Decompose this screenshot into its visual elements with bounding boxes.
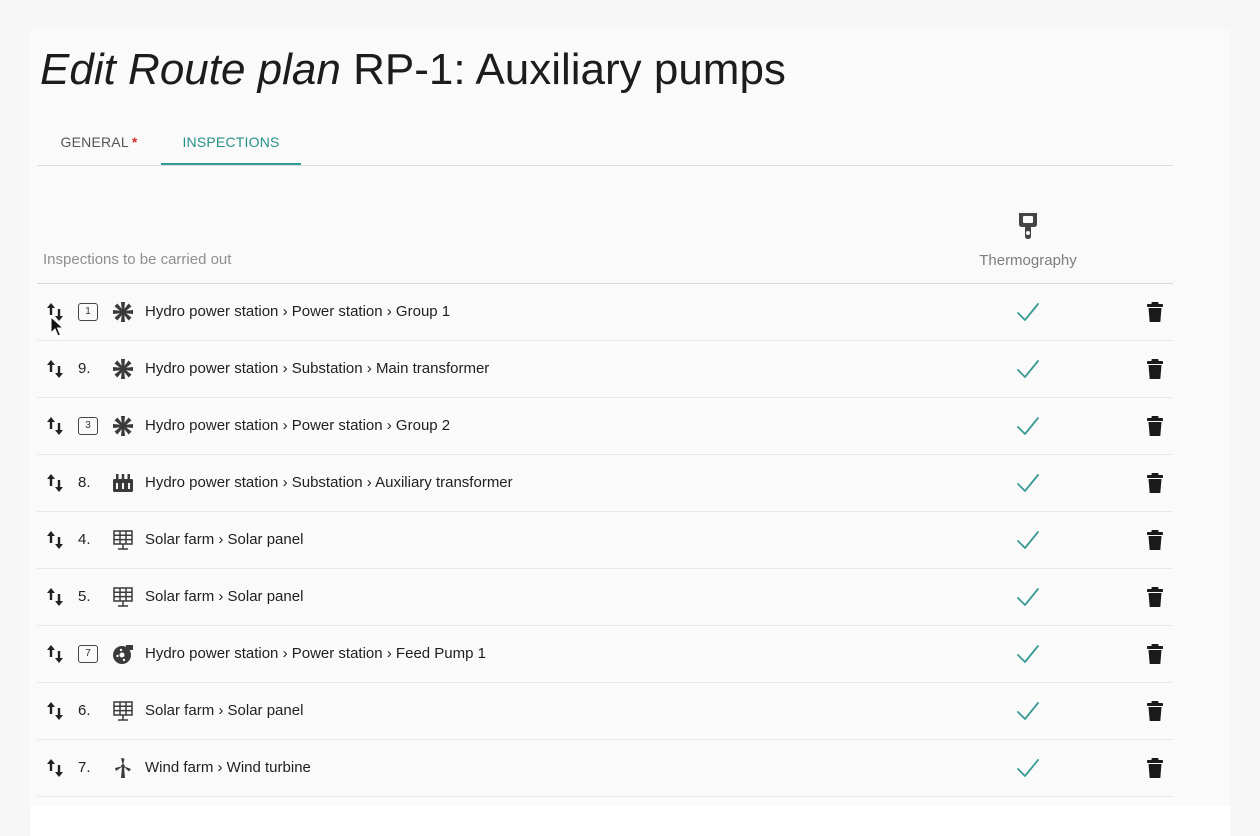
inspection-asset-path: Hydro power station › Substation › Auxil… [145, 474, 513, 491]
inspection-asset-path: Hydro power station › Power station › Gr… [145, 303, 451, 320]
inspection-list: 1 Hydro power station › Power station › G… [37, 284, 1173, 797]
thermography-column-header: Thermography [967, 212, 1089, 269]
trash-icon [1147, 758, 1163, 778]
inspection-row[interactable]: 7. Wind farm › Wind turbine [37, 740, 1173, 797]
page-title: Edit Route plan RP-1: Auxiliary pumps [40, 42, 786, 98]
inspection-row[interactable]: 3 Hydro power station › Power station › G… [37, 398, 1173, 455]
thermography-check-icon[interactable] [1015, 756, 1041, 780]
trash-icon [1147, 587, 1163, 607]
inspection-asset-path: Hydro power station › Power station › Gr… [145, 417, 451, 434]
thermography-check-icon[interactable] [1015, 300, 1041, 324]
solar-panel-icon [112, 529, 134, 551]
reorder-handle-icon[interactable] [46, 416, 64, 436]
trash-icon [1147, 473, 1163, 493]
thermography-check-icon[interactable] [1015, 471, 1041, 495]
delete-inspection-button[interactable] [1145, 757, 1165, 779]
inspection-list-header: Inspections to be carried out Thermograp… [37, 200, 1173, 284]
inspection-order-number: 7 [78, 645, 98, 663]
transformer-icon [112, 472, 134, 494]
inspection-row[interactable]: 6. Solar farm › Solar panel [37, 683, 1173, 740]
trash-icon [1147, 416, 1163, 436]
inspection-asset-path: Solar farm › Solar panel [145, 531, 304, 548]
thermography-check-icon[interactable] [1015, 585, 1041, 609]
delete-inspection-button[interactable] [1145, 415, 1165, 437]
tab-inspections[interactable]: INSPECTIONS [161, 120, 301, 165]
inspection-row[interactable]: 1 Hydro power station › Power station › G… [37, 284, 1173, 341]
delete-inspection-button[interactable] [1145, 301, 1165, 323]
inspection-row[interactable]: 7 Hydro power station › Power station › F… [37, 626, 1173, 683]
mouse-pointer-icon [50, 316, 64, 337]
inspection-asset-path: Solar farm › Solar panel [145, 588, 304, 605]
tab-inspections-label: INSPECTIONS [182, 134, 280, 150]
thermography-check-icon[interactable] [1015, 699, 1041, 723]
inspection-order-number: 1 [78, 303, 98, 321]
inspection-order-number: 3 [78, 417, 98, 435]
solar-panel-icon [112, 700, 134, 722]
reorder-handle-icon[interactable] [46, 587, 64, 607]
reorder-handle-icon[interactable] [46, 701, 64, 721]
delete-inspection-button[interactable] [1145, 586, 1165, 608]
turbine-asterisk-icon [112, 301, 134, 323]
inspection-row[interactable]: 4. Solar farm › Solar panel [37, 512, 1173, 569]
delete-inspection-button[interactable] [1145, 529, 1165, 551]
delete-inspection-button[interactable] [1145, 472, 1165, 494]
inspection-row[interactable]: 9. Hydro power station › Substation › Mai… [37, 341, 1173, 398]
delete-inspection-button[interactable] [1145, 700, 1165, 722]
inspection-order-number: 4. [78, 531, 91, 548]
tab-general[interactable]: GENERAL * [37, 120, 161, 164]
tab-general-label: GENERAL [60, 134, 129, 150]
turbine-asterisk-icon [112, 415, 134, 437]
inspections-heading: Inspections to be carried out [43, 251, 232, 268]
inspection-row[interactable]: 8. Hydro power station › Substation › Aux… [37, 455, 1173, 512]
inspection-row[interactable]: 5. Solar farm › Solar panel [37, 569, 1173, 626]
inspection-order-number: 9. [78, 360, 91, 377]
trash-icon [1147, 701, 1163, 721]
reorder-handle-icon[interactable] [46, 359, 64, 379]
inspection-asset-path: Hydro power station › Power station › Fe… [145, 645, 486, 662]
pump-icon [112, 643, 134, 665]
thermography-check-icon[interactable] [1015, 642, 1041, 666]
thermography-check-icon[interactable] [1015, 528, 1041, 552]
thermography-check-icon[interactable] [1015, 414, 1041, 438]
reorder-handle-icon[interactable] [46, 473, 64, 493]
solar-panel-icon [112, 586, 134, 608]
required-marker: * [131, 134, 138, 150]
trash-icon [1147, 530, 1163, 550]
page-footer-strip [30, 806, 1230, 836]
delete-inspection-button[interactable] [1145, 643, 1165, 665]
reorder-handle-icon[interactable] [46, 644, 64, 664]
trash-icon [1147, 302, 1163, 322]
inspection-order-number: 5. [78, 588, 91, 605]
inspection-asset-path: Wind farm › Wind turbine [145, 759, 311, 776]
inspection-order-number: 7. [78, 759, 91, 776]
inspection-order-number: 6. [78, 702, 91, 719]
trash-icon [1147, 359, 1163, 379]
tab-bar: GENERAL * INSPECTIONS [37, 120, 1173, 166]
thermography-camera-icon [1019, 213, 1037, 239]
inspection-order-number: 8. [78, 474, 91, 491]
page-title-prefix: Edit Route plan [40, 45, 341, 94]
thermography-column-label: Thermography [979, 252, 1077, 269]
reorder-handle-icon[interactable] [46, 758, 64, 778]
inspection-asset-path: Solar farm › Solar panel [145, 702, 304, 719]
page-title-route-plan: RP-1: Auxiliary pumps [353, 45, 786, 94]
wind-turbine-icon [112, 757, 134, 779]
delete-inspection-button[interactable] [1145, 358, 1165, 380]
turbine-asterisk-icon [112, 358, 134, 380]
thermography-check-icon[interactable] [1015, 357, 1041, 381]
trash-icon [1147, 644, 1163, 664]
inspection-asset-path: Hydro power station › Substation › Main … [145, 360, 490, 377]
reorder-handle-icon[interactable] [46, 530, 64, 550]
